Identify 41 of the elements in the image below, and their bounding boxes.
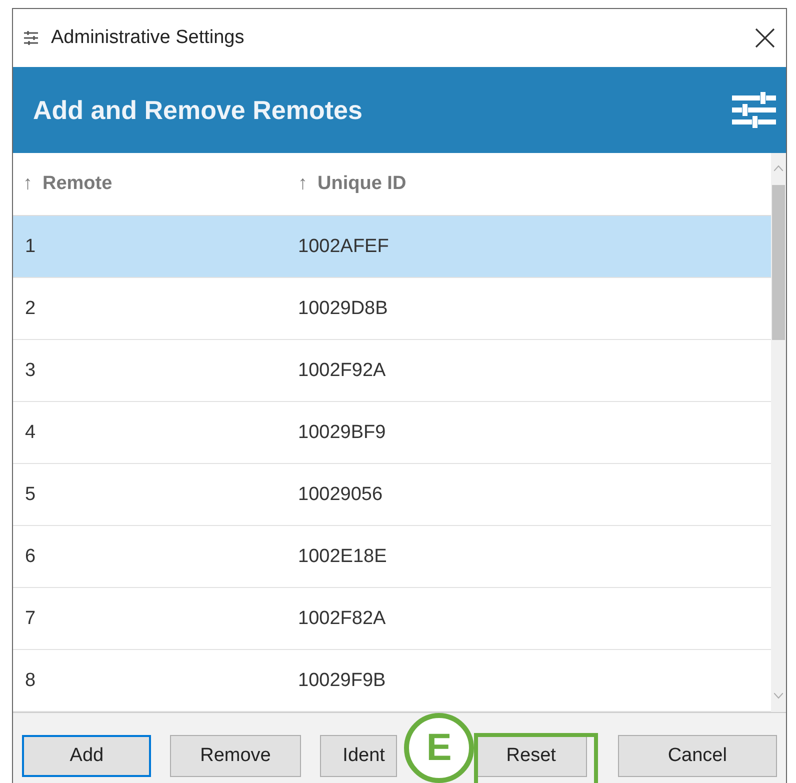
table-row[interactable]: 6 1002E18E <box>13 526 771 588</box>
table-row[interactable]: 5 10029056 <box>13 464 771 526</box>
sort-arrow[interactable]: ↑ <box>298 173 308 195</box>
table-cell: 1002F92A <box>298 360 386 382</box>
scrollbar-thumb[interactable] <box>772 185 785 340</box>
caret-up-icon[interactable] <box>774 165 783 171</box>
dialog-button[interactable]: Remove <box>170 735 301 777</box>
table-cell-text: 1 <box>24 236 37 258</box>
sliders-icon <box>23 30 39 46</box>
table-cell: 1002AFEF <box>298 236 389 258</box>
table-cell: 10029D8B <box>298 298 388 320</box>
table-cell: 1002F82A <box>298 608 386 630</box>
table-cell-text: 7 <box>24 608 37 630</box>
table-cell-text: 8 <box>24 670 37 692</box>
close-icon[interactable] <box>754 27 776 49</box>
table-row[interactable]: 1 1002AFEF <box>13 216 771 278</box>
dialog-button[interactable]: Add <box>22 735 152 777</box>
table-row[interactable]: 4 10029BF9 <box>13 402 771 464</box>
caret-down-icon[interactable] <box>774 693 783 699</box>
column-header[interactable]: Remote <box>42 173 112 195</box>
table-cell-text: 4 <box>24 422 37 444</box>
table-cell-text: 5 <box>24 484 37 506</box>
table-cell: 10029F9B <box>298 670 386 692</box>
column-header[interactable]: Unique ID <box>318 173 406 195</box>
dialog-button[interactable]: Ident <box>320 735 398 777</box>
table-cell: 1002E18E <box>298 546 387 568</box>
scrollbar[interactable] <box>771 153 786 712</box>
table-cell: 10029056 <box>298 484 383 506</box>
table-cell-text: 6 <box>24 546 37 568</box>
table-cell-text: 2 <box>24 298 37 320</box>
table-row[interactable]: 3 1002F92A <box>13 340 771 402</box>
header-title: Add and Remove Remotes <box>33 94 364 126</box>
sort-arrow[interactable]: ↑ <box>23 173 32 195</box>
table-row[interactable]: 2 10029D8B <box>13 278 771 340</box>
table-row[interactable]: 7 1002F82A <box>13 588 771 650</box>
sliders-icon[interactable] <box>732 90 776 130</box>
dialog-button[interactable]: Reset <box>475 735 587 777</box>
dialog-button[interactable]: Cancel <box>618 735 777 777</box>
window-title: Administrative Settings <box>51 27 246 49</box>
table-cell-text: 3 <box>24 360 37 382</box>
table-cell: 10029BF9 <box>298 422 386 444</box>
